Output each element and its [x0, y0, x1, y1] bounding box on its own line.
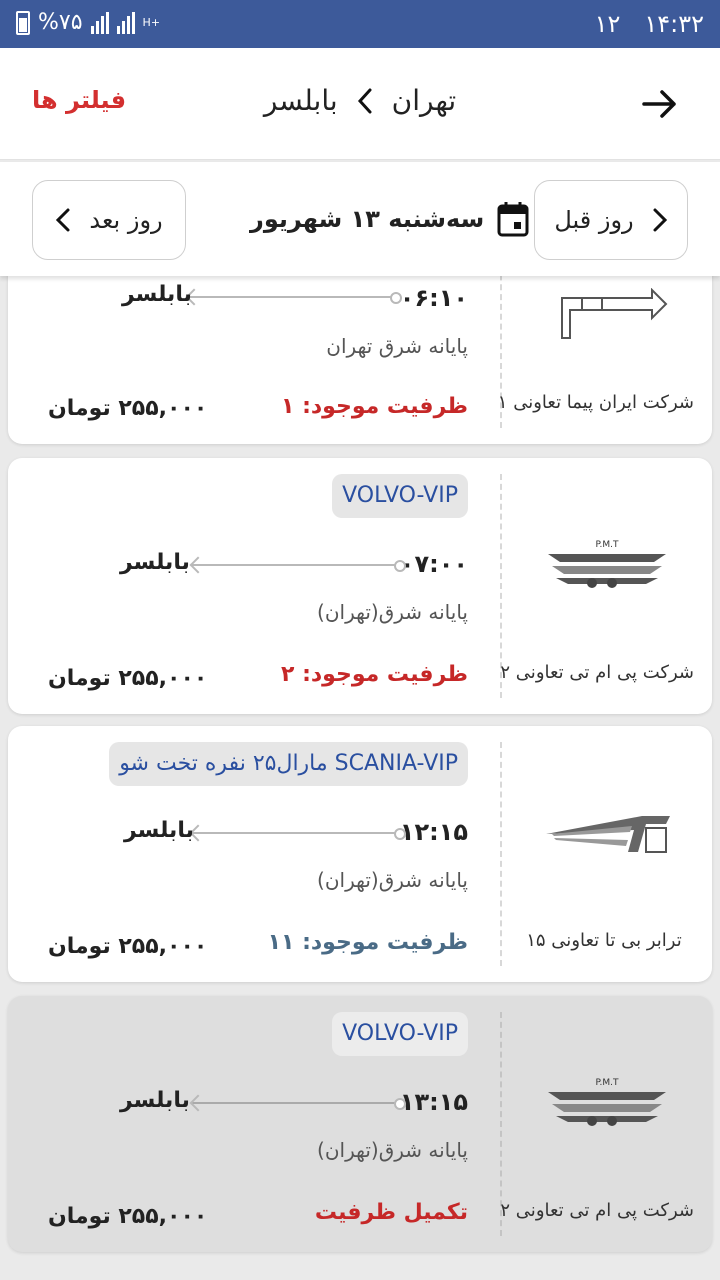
- company-name: شرکت پی ام تی تعاونی ۲: [500, 1200, 694, 1221]
- destination: بابلسر: [124, 818, 194, 843]
- departure-time: ۰۶:۱۰: [399, 284, 468, 312]
- available-capacity: ظرفیت موجود: ۱: [281, 394, 468, 419]
- clock: ۱۴:۳۲: [644, 10, 704, 38]
- iran-peyma-logo-icon: [561, 288, 668, 339]
- destination: بابلسر: [120, 1088, 190, 1113]
- trip-list[interactable]: شرکت ایران پیما تعاونی ۱ ۰۶:۱۰ بابلسر پا…: [0, 276, 720, 1280]
- available-capacity: ظرفیت موجود: ۲: [281, 662, 468, 687]
- ticket-price: ۲۵۵,۰۰۰ تومان: [48, 396, 208, 421]
- departure-time: ۱۲:۱۵: [399, 818, 468, 846]
- destination: بابلسر: [120, 550, 190, 575]
- bus-type-badge: SCANIA-VIP مارال۲۵ نفره تخت شو: [109, 742, 468, 786]
- chevron-left-icon: [357, 88, 372, 113]
- trip-card-sold-out[interactable]: P.M.T شرکت پی ام تی تعاونی ۲ VOLVO-VIP ۱…: [8, 996, 712, 1252]
- signal-icon: [90, 11, 109, 34]
- filters-button[interactable]: فیلتر ها: [32, 86, 126, 114]
- signal-icon-2: [116, 11, 135, 34]
- pmt-logo-icon: P.M.T: [548, 1078, 666, 1126]
- departure-time: ۱۳:۱۵: [399, 1088, 468, 1116]
- trip-card[interactable]: ترابر بی تا تعاونی ۱۵ SCANIA-VIP مارال۲۵…: [8, 726, 712, 982]
- status-bar: %۷۵ H+ ۱۲ ۱۴:۳۲: [0, 0, 720, 48]
- battery-icon: [16, 10, 30, 35]
- trip-card[interactable]: P.M.T شرکت پی ام تی تعاونی ۲ VOLVO-VIP ۰…: [8, 458, 712, 714]
- route-line: [192, 1098, 406, 1110]
- bus-type-badge: VOLVO-VIP: [332, 1012, 468, 1056]
- ticket-price: ۲۵۵,۰۰۰ تومان: [48, 666, 208, 691]
- company-name: ترابر بی تا تعاونی ۱۵: [526, 930, 682, 951]
- company-name: شرکت پی ام تی تعاونی ۲: [500, 662, 694, 683]
- next-day-button[interactable]: روز بعد: [32, 180, 186, 260]
- departure-time: ۰۷:۰۰: [399, 550, 468, 578]
- next-day-label: روز بعد: [89, 206, 163, 234]
- trip-card[interactable]: شرکت ایران پیما تعاونی ۱ ۰۶:۱۰ بابلسر پا…: [8, 276, 712, 444]
- sold-out-label: تکمیل ظرفیت: [314, 1200, 468, 1225]
- origin-city: تهران: [391, 84, 457, 117]
- current-date: سه‌شنبه ۱۳ شهریور: [250, 205, 485, 233]
- chevron-right-icon: [653, 208, 667, 232]
- terminal: پایانه شرق(تهران): [317, 1138, 468, 1162]
- available-capacity: ظرفیت موجود: ۱۱: [267, 930, 468, 955]
- svg-text:P.M.T: P.M.T: [595, 540, 619, 550]
- network-type: H+: [142, 15, 161, 29]
- destination: بابلسر: [122, 282, 192, 307]
- calendar-icon: [497, 202, 529, 237]
- terminal: پایانه شرق(تهران): [317, 600, 468, 624]
- notification-count: ۱۲: [594, 10, 621, 38]
- ticket-price: ۲۵۵,۰۰۰ تومان: [48, 1204, 208, 1229]
- bita-logo-icon: [546, 816, 670, 853]
- battery-level: %۷۵: [38, 10, 83, 35]
- terminal: پایانه شرق(تهران): [317, 868, 468, 892]
- chevron-left-icon: [56, 208, 70, 232]
- date-selector[interactable]: سه‌شنبه ۱۳ شهریور: [250, 200, 530, 238]
- card-divider: [500, 742, 502, 966]
- previous-day-label: روز قبل: [554, 206, 634, 234]
- pmt-logo-icon: P.M.T: [548, 540, 666, 588]
- ticket-price: ۲۵۵,۰۰۰ تومان: [48, 934, 208, 959]
- destination-city: بابلسر: [263, 84, 338, 117]
- previous-day-button[interactable]: روز قبل: [534, 180, 688, 260]
- app-header: تهران بابلسر فیلتر ها: [0, 48, 720, 160]
- terminal: پایانه شرق تهران: [326, 334, 468, 358]
- route-line: [188, 292, 402, 304]
- route-line: [192, 828, 406, 840]
- status-clock: ۱۲ ۱۴:۳۲: [595, 10, 704, 38]
- bus-type-badge: VOLVO-VIP: [332, 474, 468, 518]
- date-bar: روز قبل سه‌شنبه ۱۳ شهریور روز بعد: [0, 162, 720, 276]
- route-line: [192, 560, 406, 572]
- status-indicators: %۷۵ H+: [16, 10, 160, 35]
- company-name: شرکت ایران پیما تعاونی ۱: [497, 392, 694, 413]
- svg-text:P.M.T: P.M.T: [595, 1078, 619, 1088]
